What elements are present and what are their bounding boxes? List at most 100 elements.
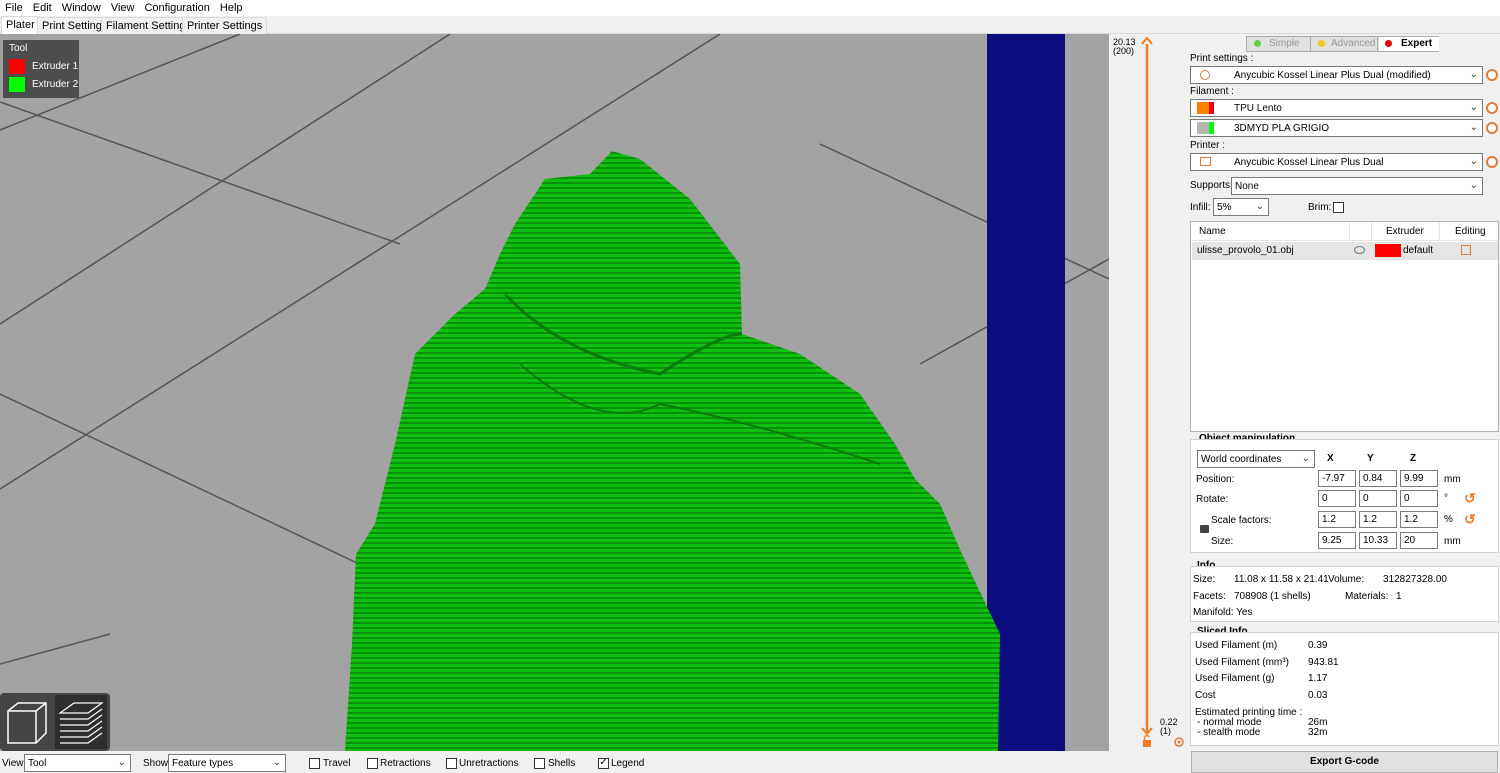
- table-row[interactable]: ulisse_provolo_01.obj default: [1192, 242, 1498, 260]
- object-list: Name Extruder Editing ulisse_provolo_01.…: [1190, 221, 1499, 432]
- tab-plater[interactable]: Plater: [1, 16, 40, 34]
- rotate-z-input[interactable]: 0: [1400, 490, 1438, 507]
- menu-window[interactable]: Window: [57, 2, 106, 14]
- legend-panel: Tool Extruder 1 Extruder 2: [3, 40, 79, 98]
- menu-bar: File Edit Window View Configuration Help: [0, 0, 1500, 16]
- chevron-down-icon: ⌄: [272, 757, 281, 768]
- object-manipulation-panel: World coordinates ⌄ X Y Z Position: -7.9…: [1190, 439, 1499, 553]
- right-sidebar: Simple Advanced Expert Print settings : …: [1187, 34, 1500, 773]
- mode-advanced-button[interactable]: Advanced: [1312, 37, 1378, 51]
- edit-icon[interactable]: [1461, 245, 1471, 255]
- position-x-input[interactable]: -7.97: [1318, 470, 1356, 487]
- scale-y-input[interactable]: 1.2: [1359, 511, 1397, 528]
- menu-file[interactable]: File: [0, 2, 28, 14]
- print-settings-gear-icon[interactable]: [1486, 69, 1498, 81]
- mode-simple-dot-icon: [1254, 40, 1261, 47]
- show-features-combo[interactable]: Feature types ⌄: [168, 754, 286, 772]
- 3d-preview-canvas[interactable]: Tool Extruder 1 Extruder 2: [0, 34, 1109, 751]
- position-y-input[interactable]: 0.84: [1359, 470, 1397, 487]
- rotate-x-input[interactable]: 0: [1318, 490, 1356, 507]
- sliced-model: [345, 151, 1000, 751]
- column-editing[interactable]: Editing: [1455, 226, 1486, 237]
- brim-label: Brim:: [1308, 202, 1332, 213]
- reset-rotation-icon[interactable]: ↺: [1464, 490, 1476, 507]
- reset-scale-icon[interactable]: ↺: [1464, 511, 1476, 528]
- chevron-down-icon: ⌄: [1469, 156, 1478, 167]
- infill-combo[interactable]: 5% ⌄: [1213, 198, 1269, 216]
- shells-checkbox[interactable]: [534, 758, 545, 769]
- extruder-color-swatch: [1375, 244, 1401, 257]
- mode-expert-button[interactable]: Expert: [1379, 37, 1439, 51]
- rotate-y-input[interactable]: 0: [1359, 490, 1397, 507]
- menu-configuration[interactable]: Configuration: [139, 2, 214, 14]
- filament-combo-2[interactable]: 3DMYD PLA GRIGIO ⌄: [1190, 119, 1483, 137]
- cost-value: 0.03: [1308, 690, 1328, 701]
- lock-icon[interactable]: [1143, 734, 1151, 748]
- settings-gear-icon[interactable]: [1174, 737, 1184, 747]
- 3d-view-icon[interactable]: [7, 702, 47, 744]
- used-filament-mm3-value: 943.81: [1308, 657, 1339, 668]
- menu-edit[interactable]: Edit: [28, 2, 57, 14]
- chevron-down-icon: ⌄: [1469, 102, 1478, 113]
- coordinate-system-combo[interactable]: World coordinates ⌄: [1197, 450, 1315, 468]
- scale-x-input[interactable]: 1.2: [1318, 511, 1356, 528]
- size-label: Size:: [1211, 536, 1234, 547]
- size-x-input[interactable]: 9.25: [1318, 532, 1356, 549]
- size-unit: mm: [1444, 536, 1461, 547]
- menu-help[interactable]: Help: [215, 2, 248, 14]
- mode-advanced-dot-icon: [1318, 40, 1325, 47]
- printer-icon: [1200, 157, 1211, 166]
- filament-1-gear-icon[interactable]: [1486, 102, 1498, 114]
- scale-z-input[interactable]: 1.2: [1400, 511, 1438, 528]
- retractions-checkbox[interactable]: [367, 758, 378, 769]
- legend-title: Tool: [9, 43, 28, 54]
- view-type-combo[interactable]: Tool ⌄: [24, 754, 131, 772]
- chevron-down-icon: ⌄: [1469, 69, 1478, 80]
- filament-label: Filament :: [1190, 86, 1234, 97]
- export-gcode-button[interactable]: Export G-code: [1191, 751, 1498, 773]
- info-volume-value: 312827328.00: [1383, 574, 1447, 585]
- size-y-input[interactable]: 10.33: [1359, 532, 1397, 549]
- filament-combo-1[interactable]: TPU Lento ⌄: [1190, 99, 1483, 117]
- layer-slider[interactable]: 20.13 (200) 0.22 (1): [1109, 34, 1187, 751]
- legend-swatch-extruder-2: [9, 77, 25, 92]
- size-z-input[interactable]: 20: [1400, 532, 1438, 549]
- scale-factors-label: Scale factors:: [1211, 515, 1272, 526]
- unretractions-checkbox[interactable]: [446, 758, 457, 769]
- info-panel: Size: 11.08 x 11.58 x 21.41 Volume: 3128…: [1190, 566, 1499, 622]
- legend-checkbox[interactable]: ✓: [598, 758, 609, 769]
- brim-checkbox[interactable]: [1333, 202, 1344, 213]
- object-name: ulisse_provolo_01.obj: [1197, 245, 1294, 256]
- supports-combo[interactable]: None ⌄: [1231, 177, 1483, 195]
- object-list-header: Name Extruder Editing: [1191, 222, 1498, 241]
- mode-simple-button[interactable]: Simple: [1247, 37, 1311, 51]
- object-extruder[interactable]: default: [1403, 245, 1433, 256]
- eye-icon[interactable]: [1354, 246, 1365, 254]
- printer-label: Printer :: [1190, 140, 1226, 151]
- position-z-input[interactable]: 9.99: [1400, 470, 1438, 487]
- view-toggle-panel: [0, 693, 110, 751]
- tab-printer-settings[interactable]: Printer Settings: [182, 17, 268, 34]
- print-settings-combo[interactable]: Anycubic Kossel Linear Plus Dual (modifi…: [1190, 66, 1483, 84]
- filament-2-gear-icon[interactable]: [1486, 122, 1498, 134]
- column-name[interactable]: Name: [1199, 226, 1226, 237]
- menu-view[interactable]: View: [106, 2, 140, 14]
- chevron-down-icon: ⌄: [117, 757, 126, 768]
- info-materials-value: 1: [1396, 591, 1402, 602]
- travel-checkbox[interactable]: [309, 758, 320, 769]
- rotate-unit: °: [1444, 493, 1448, 504]
- info-facets-value: 708908 (1 shells): [1234, 591, 1311, 602]
- infill-label: Infill:: [1190, 202, 1211, 213]
- printer-combo[interactable]: Anycubic Kossel Linear Plus Dual ⌄: [1190, 153, 1483, 171]
- position-unit: mm: [1444, 474, 1461, 485]
- unretractions-label: Unretractions: [459, 758, 519, 769]
- scale-unit: %: [1444, 514, 1453, 525]
- chevron-down-icon: ⌄: [1255, 201, 1264, 212]
- slider-top-thumb[interactable]: [1141, 36, 1153, 45]
- retractions-label: Retractions: [380, 758, 431, 769]
- printer-gear-icon[interactable]: [1486, 156, 1498, 168]
- column-extruder[interactable]: Extruder: [1386, 226, 1424, 237]
- filament-color-swatch: [1197, 102, 1209, 114]
- extruder-color-swatch: [1209, 102, 1214, 114]
- lock-icon[interactable]: [1200, 525, 1209, 533]
